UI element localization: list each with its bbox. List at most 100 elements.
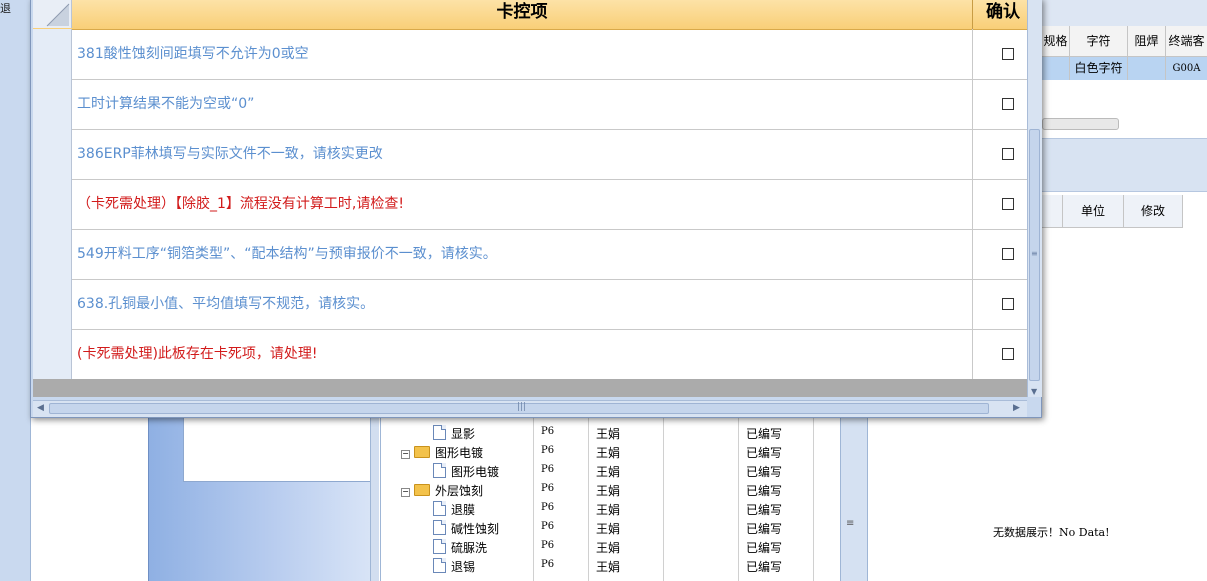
collapse-icon[interactable]: − <box>401 488 410 497</box>
tree-node-status: 已编写 <box>746 446 783 460</box>
tree-node-name-wrap: 图形电镀 <box>433 463 499 480</box>
tree-node[interactable]: 退膜 P6 王娟 已编写 <box>381 499 821 518</box>
row-selector[interactable] <box>33 279 72 329</box>
tree-node-status: 已编写 <box>746 465 783 479</box>
tree-node-name: 外层蚀刻 <box>435 484 484 498</box>
grid-vertical-scrollbar[interactable]: ≡ ▼ <box>1027 0 1042 397</box>
confirm-checkbox[interactable] <box>1002 198 1014 210</box>
row-selector[interactable] <box>33 229 72 279</box>
no-data-text: 无数据展示！No Data! <box>993 526 1110 539</box>
check-item-text: 381酸性蚀刻间距填写不允许为0或空 <box>77 46 309 62</box>
column-header-confirm[interactable]: 确认 <box>973 0 1027 29</box>
tree-node[interactable]: 碱性蚀刻 P6 王娟 已编写 <box>381 518 821 537</box>
tree-col-divider <box>588 418 589 581</box>
tree-node[interactable]: − 外层蚀刻 P6 王娟 已编写 <box>381 480 821 499</box>
document-icon <box>433 539 446 554</box>
tree-node-name-wrap: 碱性蚀刻 <box>433 520 499 537</box>
tree-node-version: P6 <box>541 445 555 456</box>
scroll-left-arrow-icon[interactable]: ◀ <box>37 403 44 413</box>
left-splitter[interactable] <box>370 418 379 581</box>
tree-node-status: 已编写 <box>746 427 783 441</box>
document-icon <box>433 520 446 535</box>
right-grid-header-customer[interactable]: 终端客 <box>1166 26 1207 57</box>
tree-node-user: 王娟 <box>596 560 621 574</box>
tree-node-status: 已编写 <box>746 541 783 555</box>
tree-node-user: 王娟 <box>596 427 621 441</box>
document-icon <box>433 425 446 440</box>
tree-node-user: 王娟 <box>596 503 621 517</box>
grid-horizontal-scrollbar[interactable]: ◀ ||| ▶ <box>33 400 1027 417</box>
confirm-checkbox[interactable] <box>1002 48 1014 60</box>
scroll-down-arrow-icon[interactable]: ▼ <box>1031 387 1037 396</box>
right-grid-header-char[interactable]: 字符 <box>1070 26 1128 57</box>
right-grid2-header-modify[interactable]: 修改 <box>1124 195 1183 228</box>
tree-node-name: 退膜 <box>451 503 476 517</box>
tree-node-name: 显影 <box>451 427 476 441</box>
grip-icon: ||| <box>517 402 527 412</box>
row-selector[interactable] <box>33 329 72 379</box>
check-item-row[interactable]: 549开料工序“铜箔类型”、“配本结构”与预审报价不一致，请核实。 <box>33 229 1027 280</box>
confirm-checkbox[interactable] <box>1002 248 1014 260</box>
check-item-row[interactable]: 638.孔铜最小值、平均值填写不规范，请核实。 <box>33 279 1027 330</box>
grip-icon: ≡ <box>1031 249 1038 258</box>
row-selector[interactable] <box>33 129 72 179</box>
right-grid-cell[interactable]: G00A <box>1166 57 1207 80</box>
row-selector[interactable] <box>33 29 72 79</box>
check-item-text: 638.孔铜最小值、平均值填写不规范，请核实。 <box>77 296 375 312</box>
tree-node[interactable]: 退锡 P6 王娟 已编写 <box>381 556 821 575</box>
tree-node-status: 已编写 <box>746 522 783 536</box>
tree-node[interactable]: − 图形电镀 P6 王娟 已编写 <box>381 442 821 461</box>
tree-node-status: 已编写 <box>746 484 783 498</box>
right-grid-cell[interactable]: 白色字符 <box>1070 57 1128 80</box>
tree-node[interactable]: 图形电镀 P6 王娟 已编写 <box>381 461 821 480</box>
confirm-checkbox[interactable] <box>1002 148 1014 160</box>
tree-node-version: P6 <box>541 426 555 437</box>
tree-node[interactable]: 显影 P6 王娟 已编写 <box>381 423 821 442</box>
tree-node-status: 已编写 <box>746 503 783 517</box>
right-grid-header-mask[interactable]: 阻焊 <box>1128 26 1166 57</box>
tree-col-divider <box>738 418 739 581</box>
collapse-icon[interactable]: − <box>401 450 410 459</box>
check-item-text: (卡死需处理)此板存在卡死项，请处理! <box>77 346 318 362</box>
row-selector[interactable] <box>33 179 72 229</box>
document-icon <box>433 501 446 516</box>
tree-node-user: 王娟 <box>596 541 621 555</box>
right-panel-topbar <box>1042 0 1207 27</box>
tree-node-user: 王娟 <box>596 522 621 536</box>
confirm-checkbox[interactable] <box>1002 348 1014 360</box>
select-all-corner[interactable] <box>33 0 72 28</box>
scroll-right-arrow-icon[interactable]: ▶ <box>1013 403 1020 413</box>
document-icon <box>433 558 446 573</box>
column-divider <box>972 179 973 229</box>
folder-icon <box>414 484 430 496</box>
check-item-row[interactable]: 386ERP菲林填写与实际文件不一致，请核实更改 <box>33 129 1027 180</box>
tree-node-version: P6 <box>541 502 555 513</box>
tree-node-name: 图形电镀 <box>435 446 484 460</box>
right-panel-band <box>1042 138 1207 192</box>
confirm-checkbox[interactable] <box>1002 298 1014 310</box>
tree-node-version: P6 <box>541 559 555 570</box>
check-item-row[interactable]: 工时计算结果不能为空或“0” <box>33 79 1027 130</box>
right-grid-header-spec[interactable]: 规格 <box>1042 26 1070 57</box>
row-selector[interactable] <box>33 79 72 129</box>
column-divider <box>972 329 973 379</box>
right-grid-cell[interactable] <box>1042 57 1070 80</box>
tree-node-user: 王娟 <box>596 484 621 498</box>
column-divider <box>972 279 973 329</box>
tree-node[interactable]: 硫脲洗 P6 王娟 已编写 <box>381 537 821 556</box>
tree-col-divider <box>533 418 534 581</box>
check-item-text: 549开料工序“铜箔类型”、“配本结构”与预审报价不一致，请核实。 <box>77 246 497 262</box>
column-header-check-item[interactable]: 卡控项 <box>72 0 973 29</box>
confirm-checkbox[interactable] <box>1002 98 1014 110</box>
right-grid2-header[interactable] <box>1042 195 1063 228</box>
column-divider <box>972 229 973 279</box>
right-grid-cell[interactable] <box>1128 57 1166 80</box>
check-item-row[interactable]: (卡死需处理)此板存在卡死项，请处理! <box>33 329 1027 380</box>
mid-splitter[interactable]: ≡ <box>840 418 868 581</box>
tree-node-version: P6 <box>541 483 555 494</box>
check-item-row[interactable]: 381酸性蚀刻间距填写不允许为0或空 <box>33 29 1027 80</box>
right-grid-hscroll[interactable] <box>1042 118 1119 130</box>
right-grid2-header-unit[interactable]: 单位 <box>1063 195 1124 228</box>
check-item-row[interactable]: （卡死需处理）【除胶_1】流程没有计算工时,请检查! <box>33 179 1027 230</box>
check-control-dialog: 卡控项 确认 381酸性蚀刻间距填写不允许为0或空工时计算结果不能为空或“0” 3… <box>30 0 1042 418</box>
